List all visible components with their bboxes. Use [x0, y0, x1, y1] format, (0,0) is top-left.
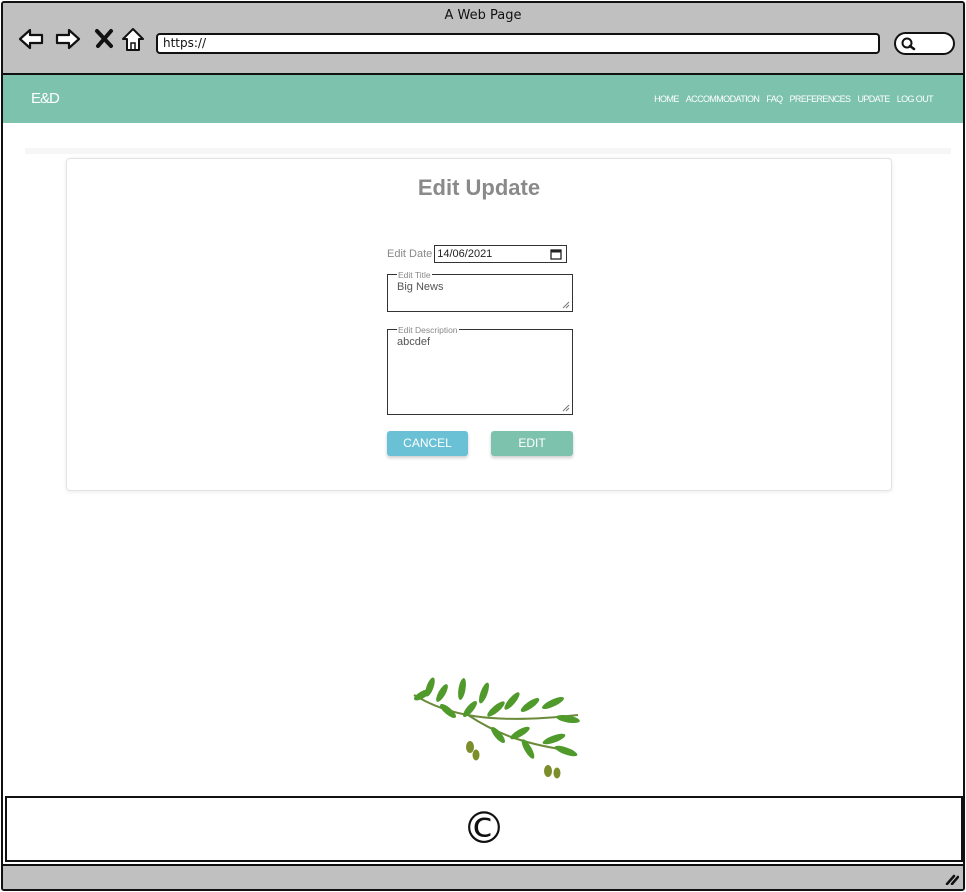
title-value: Big News	[397, 281, 444, 293]
browser-chrome: A Web Page https://	[3, 3, 963, 75]
forward-arrow-icon[interactable]	[54, 25, 82, 53]
window-title: A Web Page	[444, 8, 522, 23]
description-textarea[interactable]: Edit Description abcdef	[387, 325, 573, 415]
date-input[interactable]: 14/06/2021	[434, 245, 568, 263]
nav-item-preferences[interactable]: PREFERENCES	[790, 94, 852, 104]
search-field[interactable]	[894, 32, 955, 55]
resize-grip-icon[interactable]	[562, 301, 570, 309]
home-icon[interactable]	[119, 25, 147, 53]
search-icon	[901, 37, 916, 51]
cancel-button[interactable]: CANCEL	[387, 431, 468, 456]
page-footer: ©	[5, 796, 963, 862]
status-bar	[3, 864, 963, 889]
page-title: Edit Update	[417, 175, 541, 200]
edit-update-card: Edit Update Edit Date 14/06/2021 Edit Ti…	[66, 158, 892, 491]
title-textarea[interactable]: Edit Title Big News	[387, 270, 573, 312]
back-arrow-icon[interactable]	[17, 25, 45, 53]
nav-menu: HOME ACCOMMODATION FAQ PREFERENCES UPDAT…	[654, 94, 933, 104]
brand-logo[interactable]: E&D	[31, 90, 60, 107]
edit-button[interactable]: EDIT	[491, 431, 573, 456]
resize-grip-icon[interactable]	[562, 404, 570, 412]
site-navbar: E&D HOME ACCOMMODATION FAQ PREFERENCES U…	[3, 75, 963, 123]
olive-branch-image	[413, 677, 580, 779]
date-label: Edit Date	[387, 248, 433, 260]
url-input[interactable]: https://	[156, 33, 880, 54]
date-row: Edit Date 14/06/2021	[387, 245, 568, 263]
nav-item-home[interactable]: HOME	[654, 94, 679, 104]
calendar-icon[interactable]	[550, 248, 562, 260]
divider-strip	[25, 148, 951, 154]
description-label: Edit Description	[397, 325, 459, 335]
title-label: Edit Title	[397, 270, 432, 280]
description-value: abcdef	[397, 336, 431, 348]
nav-item-faq[interactable]: FAQ	[766, 94, 783, 104]
close-x-icon[interactable]	[91, 25, 119, 53]
nav-item-log-out[interactable]: LOG OUT	[897, 94, 934, 104]
browser-window: A Web Page https:// E&D HOME ACCOMMODATI…	[1, 1, 965, 891]
copyright-icon: ©	[462, 803, 506, 854]
nav-item-accommodation[interactable]: ACCOMMODATION	[686, 94, 760, 104]
date-value: 14/06/2021	[437, 248, 493, 260]
resize-handle-icon[interactable]	[945, 873, 959, 885]
nav-item-update[interactable]: UPDATE	[857, 94, 890, 104]
